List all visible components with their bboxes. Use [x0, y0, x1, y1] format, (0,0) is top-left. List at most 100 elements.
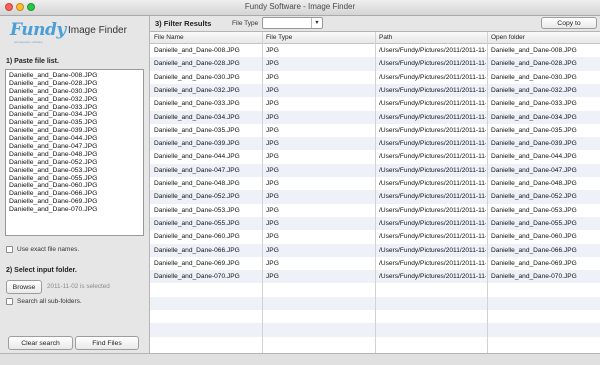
- file-list-line: Danielle_and_Dane-069.JPG: [9, 198, 98, 206]
- search-subfolders-option[interactable]: Search all sub-folders.: [6, 297, 82, 306]
- file-list-line: Danielle_and_Dane-052.JPG: [9, 158, 98, 166]
- cell-file-type: JPG: [266, 219, 279, 227]
- cell-open-folder: Danielle_and_Dane-060.JPG: [491, 233, 577, 241]
- select-input-folder-title: 2) Select input folder.: [6, 267, 77, 274]
- file-list-line: Danielle_and_Dane-034.JPG: [9, 111, 98, 119]
- file-list-line: Danielle_and_Dane-039.JPG: [9, 127, 98, 135]
- cell-file-type: JPG: [266, 100, 279, 108]
- cell-path: /Users/Fundy/Pictures/2011/2011-11-: [379, 47, 486, 54]
- cell-open-folder: Danielle_and_Dane-047.JPG: [491, 166, 577, 174]
- clear-search-button[interactable]: Clear search: [8, 336, 73, 350]
- cell-file-type: JPG: [266, 166, 279, 174]
- filter-results-title: 3) Filter Results: [155, 19, 212, 28]
- title-bar: Fundy Software - Image Finder: [0, 0, 600, 16]
- cell-open-folder: Danielle_and_Dane-044.JPG: [491, 153, 577, 161]
- exact-file-names-label: Use exact file names.: [17, 246, 80, 253]
- cell-file-name: Danielle_and_Dane-060.JPG: [154, 233, 240, 241]
- cell-file-type: JPG: [266, 193, 279, 201]
- cell-open-folder: Danielle_and_Dane-030.JPG: [491, 73, 577, 81]
- chevron-down-icon: ▼: [311, 18, 322, 28]
- cell-file-name: Danielle_and_Dane-052.JPG: [154, 193, 240, 201]
- cell-file-type: JPG: [266, 233, 279, 241]
- cell-path: /Users/Fundy/Pictures/2011/2011-11-: [379, 60, 486, 68]
- file-list-line: Danielle_and_Dane-028.JPG: [9, 79, 98, 87]
- cell-open-folder: Danielle_and_Dane-048.JPG: [491, 180, 577, 187]
- cell-file-name: Danielle_and_Dane-053.JPG: [154, 206, 240, 214]
- cell-path: /Users/Fundy/Pictures/2011/2011-11-: [379, 180, 486, 187]
- cell-path: /Users/Fundy/Pictures/2011/2011-11-: [379, 206, 486, 214]
- cell-file-name: Danielle_and_Dane-008.JPG: [154, 47, 240, 54]
- file-list-line: Danielle_and_Dane-060.JPG: [9, 182, 98, 190]
- file-type-dropdown[interactable]: ▼: [262, 17, 323, 29]
- window-title: Fundy Software - Image Finder: [244, 2, 356, 11]
- search-subfolders-label: Search all sub-folders.: [17, 298, 82, 305]
- cell-file-name: Danielle_and_Dane-066.JPG: [154, 246, 240, 254]
- cell-path: /Users/Fundy/Pictures/2011/2011-11-: [379, 153, 486, 161]
- cell-file-name: Danielle_and_Dane-032.JPG: [154, 86, 240, 94]
- cell-file-type: JPG: [266, 60, 279, 68]
- exact-file-names-option[interactable]: Use exact file names.: [6, 245, 79, 254]
- filter-toolbar: 3) Filter Results File Type ▼ Copy to: [150, 16, 600, 32]
- cell-file-type: JPG: [266, 273, 279, 281]
- cell-open-folder: Danielle_and_Dane-066.JPG: [491, 246, 577, 254]
- sidebar: Fundy photography software Image Finder …: [0, 16, 150, 353]
- cell-path: /Users/Fundy/Pictures/2011/2011-11-: [379, 113, 486, 121]
- cell-open-folder: Danielle_and_Dane-053.JPG: [491, 206, 577, 214]
- find-files-button[interactable]: Find Files: [75, 336, 139, 350]
- cell-file-name: Danielle_and_Dane-044.JPG: [154, 153, 240, 161]
- cell-path: /Users/Fundy/Pictures/2011/2011-11-: [379, 126, 486, 134]
- column-header-path[interactable]: Path: [379, 34, 486, 41]
- cell-file-name: Danielle_and_Dane-035.JPG: [154, 126, 240, 134]
- exact-file-names-checkbox[interactable]: [6, 246, 13, 253]
- fundy-logo: Fundy photography software: [6, 18, 66, 46]
- cell-file-type: JPG: [266, 47, 279, 54]
- cell-file-name: Danielle_and_Dane-048.JPG: [154, 180, 240, 187]
- cell-path: /Users/Fundy/Pictures/2011/2011-11-: [379, 166, 486, 174]
- file-list-line: Danielle_and_Dane-047.JPG: [9, 143, 98, 151]
- cell-file-type: JPG: [266, 259, 279, 267]
- file-list-line: Danielle_and_Dane-066.JPG: [9, 190, 98, 198]
- column-header-file-name[interactable]: File Name: [154, 34, 262, 41]
- cell-open-folder: Danielle_and_Dane-052.JPG: [491, 193, 577, 201]
- cell-file-name: Danielle_and_Dane-047.JPG: [154, 166, 240, 174]
- cell-file-name: Danielle_and_Dane-055.JPG: [154, 219, 240, 227]
- cell-path: /Users/Fundy/Pictures/2011/2011-11-: [379, 273, 486, 281]
- file-list-line: Danielle_and_Dane-048.JPG: [9, 150, 98, 158]
- file-list-textarea[interactable]: Danielle_and_Dane-008.JPG Danielle_and_Da…: [5, 69, 144, 236]
- cell-path: /Users/Fundy/Pictures/2011/2011-11-: [379, 140, 486, 148]
- column-divider: [375, 32, 376, 353]
- browse-button[interactable]: Browse: [6, 280, 42, 294]
- column-divider: [487, 32, 488, 353]
- logo-text: Fundy: [10, 20, 66, 40]
- column-header-file-type[interactable]: File Type: [266, 34, 371, 41]
- copy-to-button[interactable]: Copy to: [541, 17, 597, 29]
- paste-file-list-title: 1) Paste file list.: [6, 58, 59, 65]
- cell-path: /Users/Fundy/Pictures/2011/2011-11-: [379, 193, 486, 201]
- cell-path: /Users/Fundy/Pictures/2011/2011-11-: [379, 246, 486, 254]
- cell-open-folder: Danielle_and_Dane-070.JPG: [491, 273, 577, 281]
- cell-open-folder: Danielle_and_Dane-035.JPG: [491, 126, 577, 134]
- cell-file-name: Danielle_and_Dane-039.JPG: [154, 140, 240, 148]
- cell-file-type: JPG: [266, 86, 279, 94]
- file-list-line: Danielle_and_Dane-030.JPG: [9, 87, 98, 95]
- file-list-line: Danielle_and_Dane-032.JPG: [9, 95, 98, 103]
- file-list-line: Danielle_and_Dane-044.JPG: [9, 135, 98, 143]
- file-list-line: Danielle_and_Dane-035.JPG: [9, 119, 98, 127]
- search-subfolders-checkbox[interactable]: [6, 298, 13, 305]
- cell-path: /Users/Fundy/Pictures/2011/2011-11-: [379, 233, 486, 241]
- column-divider: [262, 32, 263, 353]
- cell-file-type: JPG: [266, 126, 279, 134]
- cell-file-name: Danielle_and_Dane-028.JPG: [154, 60, 240, 68]
- app-name: Image Finder: [68, 25, 127, 36]
- cell-file-name: Danielle_and_Dane-070.JPG: [154, 273, 240, 281]
- cell-open-folder: Danielle_and_Dane-034.JPG: [491, 113, 577, 121]
- cell-file-name: Danielle_and_Dane-069.JPG: [154, 259, 240, 267]
- file-type-label: File Type: [232, 20, 259, 27]
- cell-file-type: JPG: [266, 73, 279, 81]
- cell-open-folder: Danielle_and_Dane-028.JPG: [491, 60, 577, 68]
- cell-file-type: JPG: [266, 113, 279, 121]
- cell-open-folder: Danielle_and_Dane-033.JPG: [491, 100, 577, 108]
- column-header-open-folder[interactable]: Open folder: [491, 34, 598, 41]
- cell-path: /Users/Fundy/Pictures/2011/2011-11-: [379, 73, 486, 81]
- cell-open-folder: Danielle_and_Dane-032.JPG: [491, 86, 577, 94]
